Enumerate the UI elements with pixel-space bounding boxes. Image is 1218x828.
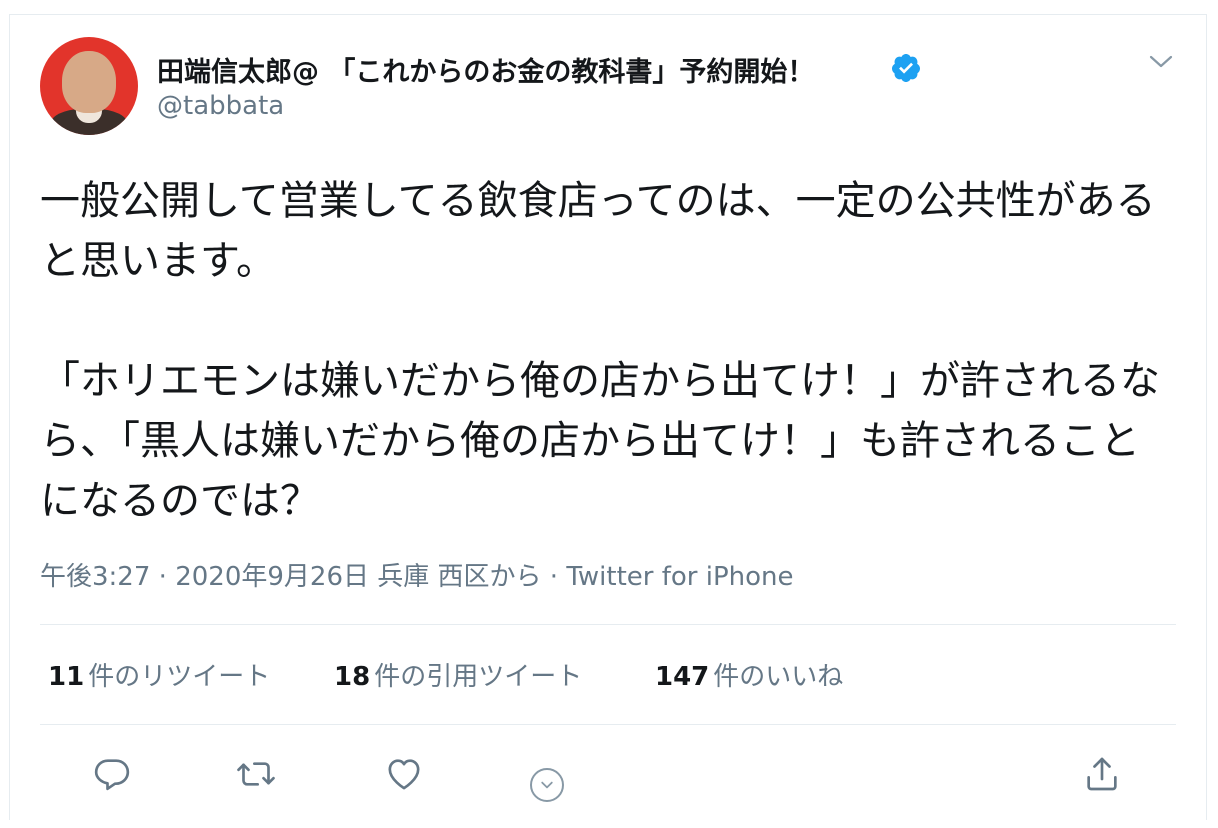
tweet-text: 一般公開して営業してる飲食店ってのは、一定の公共性があると思います。 「ホリエモ… bbox=[40, 178, 1160, 524]
heart-icon bbox=[388, 759, 420, 790]
meta-separator: · bbox=[549, 562, 559, 592]
divider bbox=[40, 724, 1176, 725]
tweet-meta: 午後3:27 · 2020年9月26日 兵庫 西区から · Twitter fo… bbox=[40, 556, 794, 593]
likes-count: 147 bbox=[655, 662, 710, 692]
divider bbox=[40, 624, 1176, 625]
likes-stat[interactable]: 147 件のいいね bbox=[655, 656, 843, 693]
quotes-label: 件の引用ツイート bbox=[374, 662, 583, 692]
avatar[interactable] bbox=[40, 37, 138, 135]
retweets-count: 11 bbox=[48, 662, 85, 692]
tweet-location[interactable]: 兵庫 西区から bbox=[377, 562, 541, 592]
quotes-stat[interactable]: 18 件の引用ツイート bbox=[334, 656, 582, 693]
chevron-down-icon bbox=[541, 781, 553, 789]
share-icon bbox=[1087, 757, 1117, 791]
retweets-label: 件のリツイート bbox=[88, 662, 271, 692]
more-options-icon[interactable] bbox=[530, 768, 564, 802]
retweet-button[interactable] bbox=[234, 752, 278, 796]
retweets-stat[interactable]: 11 件のリツイート bbox=[48, 656, 270, 693]
chevron-down-icon[interactable] bbox=[1148, 52, 1174, 72]
like-button[interactable] bbox=[382, 752, 426, 796]
quotes-count: 18 bbox=[334, 662, 371, 692]
display-name[interactable]: 田端信太郎@ 「これからのお金の教科書」予約開始！ bbox=[157, 50, 814, 89]
likes-label: 件のいいね bbox=[713, 662, 844, 692]
tweet-source[interactable]: Twitter for iPhone bbox=[566, 562, 793, 592]
reply-button[interactable] bbox=[90, 752, 134, 796]
user-handle[interactable]: @tabbata bbox=[157, 91, 284, 121]
share-button[interactable] bbox=[1080, 752, 1124, 796]
avatar-face bbox=[62, 51, 116, 113]
reply-icon bbox=[94, 759, 130, 791]
verified-badge-icon bbox=[890, 52, 922, 84]
tweet-date[interactable]: 2020年9月26日 bbox=[175, 562, 369, 592]
meta-separator: · bbox=[158, 562, 167, 592]
retweet-icon bbox=[237, 762, 275, 786]
tweet-time[interactable]: 午後3:27 bbox=[40, 562, 150, 592]
